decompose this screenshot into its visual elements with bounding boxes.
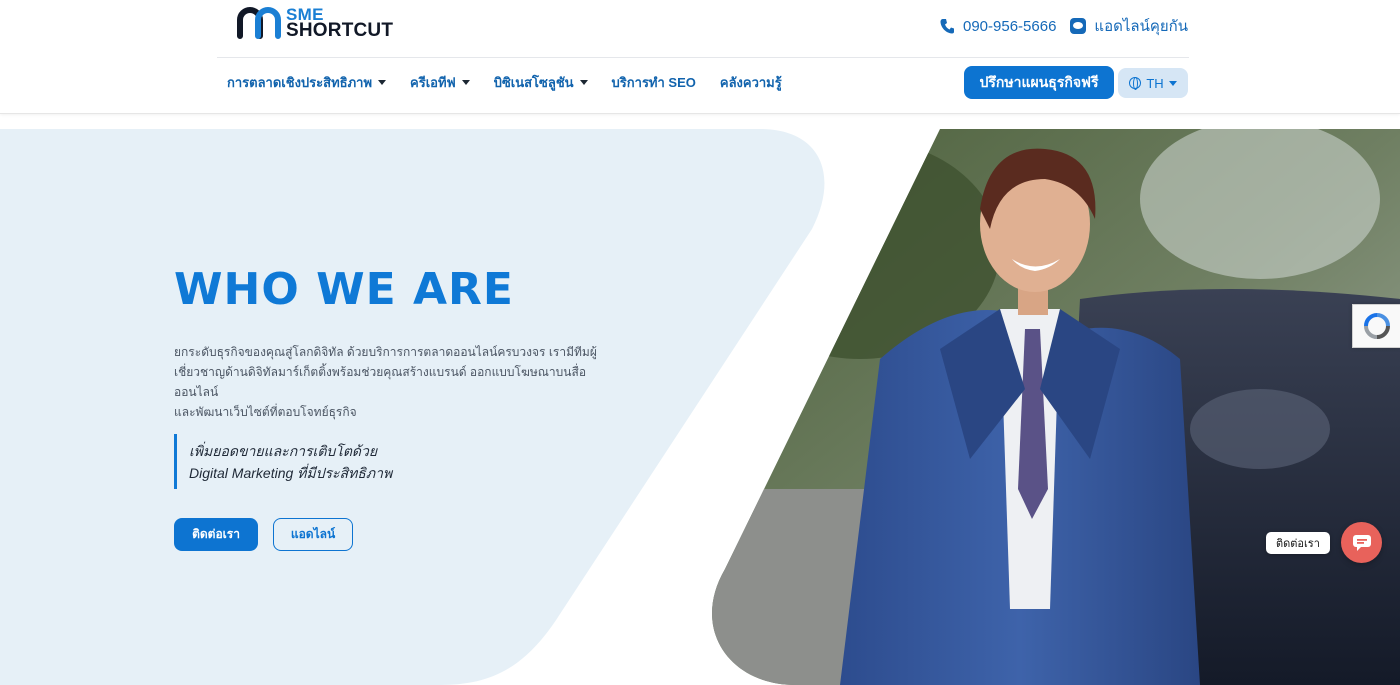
chevron-down-icon xyxy=(1168,80,1177,86)
header-contact: 090-956-5666 แอดไลน์คุยกัน xyxy=(939,14,1188,38)
line-contact-link[interactable]: แอดไลน์คุยกัน xyxy=(1070,14,1188,38)
hero-description: ยกระดับธุรกิจของคุณสู่โลกดิจิทัล ด้วยบริ… xyxy=(174,345,597,419)
page: SME SHORTCUT 090-956-5666 แอดไลน์คุยกัน … xyxy=(0,0,1400,685)
nav-item-seo-service[interactable]: บริการทำ SEO xyxy=(612,72,696,92)
chevron-down-icon xyxy=(579,79,588,85)
nav-item-knowledge[interactable]: คลังความรู้ xyxy=(720,72,782,92)
contact-us-button[interactable]: ติดต่อเรา xyxy=(174,518,258,551)
chevron-down-icon xyxy=(378,79,387,85)
site-logo[interactable]: SME SHORTCUT xyxy=(236,6,393,40)
nav-item-creative[interactable]: ครีเอทีฟ xyxy=(410,72,470,92)
hero-title: WHO WE ARE xyxy=(174,264,514,315)
language-label: TH xyxy=(1146,75,1164,91)
add-line-button[interactable]: แอดไลน์ xyxy=(273,518,353,551)
phone-icon xyxy=(940,19,954,34)
line-contact-label: แอดไลน์คุยกัน xyxy=(1094,18,1188,35)
site-header: SME SHORTCUT 090-956-5666 แอดไลน์คุยกัน … xyxy=(0,0,1400,114)
hero-quote: เพิ่มยอดขายและการเติบโตด้วย Digital Mark… xyxy=(174,434,392,489)
phone-link[interactable]: 090-956-5666 xyxy=(939,17,1056,35)
chat-widget-label[interactable]: ติดต่อเรา xyxy=(1266,532,1330,554)
phone-number: 090-956-5666 xyxy=(963,17,1057,35)
logo-mark-icon xyxy=(237,7,281,39)
chat-icon xyxy=(1352,534,1371,551)
chat-widget-button[interactable] xyxy=(1341,522,1382,563)
recaptcha-badge[interactable] xyxy=(1352,304,1400,348)
nav-item-business-solution[interactable]: บิซิเนสโซลูชัน xyxy=(494,72,588,92)
hero-photo xyxy=(712,129,1400,685)
nav-item-performance-marketing[interactable]: การตลาดเชิงประสิทธิภาพ xyxy=(227,72,387,92)
hero-section: WHO WE ARE ยกระดับธุรกิจของคุณสู่โลกดิจิ… xyxy=(0,114,1400,685)
globe-icon xyxy=(1129,77,1142,90)
free-consultation-button[interactable]: ปรึกษาแผนธุรกิจฟรี xyxy=(964,66,1114,99)
logo-text-shortcut: SHORTCUT xyxy=(286,20,394,41)
recaptcha-icon xyxy=(1363,313,1390,339)
language-selector[interactable]: TH xyxy=(1118,68,1188,98)
line-icon xyxy=(1070,18,1087,34)
header-divider xyxy=(217,57,1189,58)
main-nav: การตลาดเชิงประสิทธิภาพ ครีเอทีฟ บิซิเนสโ… xyxy=(227,72,782,92)
chevron-down-icon xyxy=(461,79,470,85)
